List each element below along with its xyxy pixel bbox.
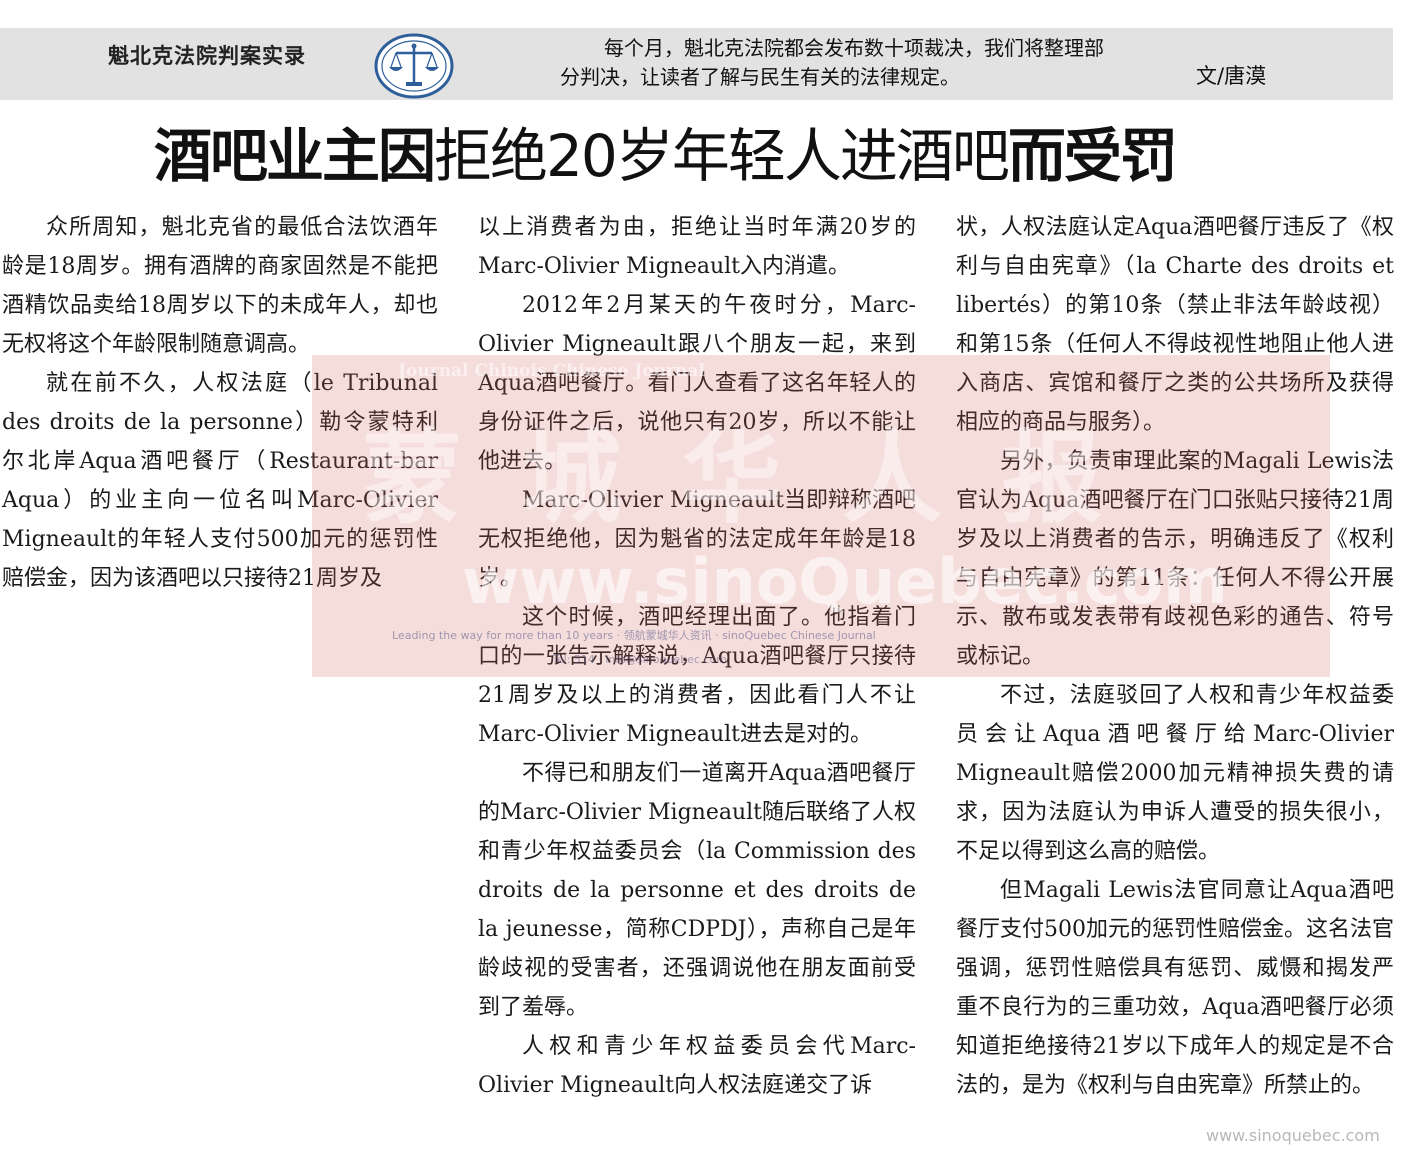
paragraph: 不过，法庭驳回了人权和青少年权益委员会让Aqua酒吧餐厅给Marc-Olivie…	[956, 683, 1394, 864]
article-column-2: 以上消费者为由，拒绝让当时年满20岁的Marc-Olivier Migneaul…	[478, 208, 916, 1105]
headline-part-1: 酒吧业主因	[154, 122, 436, 190]
paragraph: 这个时候，酒吧经理出面了。他指着门口的一张告示解释说，Aqua酒吧餐厅只接待21…	[478, 605, 916, 747]
paragraph: 状，人权法庭认定Aqua酒吧餐厅违反了《权利与自由宪章》（la Charte d…	[956, 215, 1394, 435]
paragraph: 但Magali Lewis法官同意让Aqua酒吧餐厅支付500加元的惩罚性赔偿金…	[956, 878, 1394, 1098]
headline-part-3: 而受罚	[1007, 122, 1178, 190]
intro-line-2: 分判决，让读者了解与民生有关的法律规定。	[560, 65, 960, 89]
paragraph: 2012年2月某天的午夜时分，Marc-Olivier Migneault跟八个…	[478, 293, 916, 474]
paragraph: 不得已和朋友们一道离开Aqua酒吧餐厅的Marc-Olivier Migneau…	[478, 761, 917, 1020]
headline: 酒吧业主因拒绝20岁年轻人进酒吧而受罚	[154, 120, 1178, 192]
paragraph: 以上消费者为由，拒绝让当时年满20岁的Marc-Olivier Migneaul…	[478, 215, 916, 279]
paragraph: 众所周知，魁北克省的最低合法饮酒年龄是18周岁。拥有酒牌的商家固然是不能把酒精饮…	[2, 215, 438, 357]
column-name: 魁北克法院判案实录	[108, 43, 306, 68]
article-column-3: 状，人权法庭认定Aqua酒吧餐厅违反了《权利与自由宪章》（la Charte d…	[956, 208, 1394, 1105]
scales-of-justice-icon	[374, 33, 454, 99]
paragraph: 另外，负责审理此案的Magali Lewis法官认为Aqua酒吧餐厅在门口张贴只…	[956, 449, 1394, 669]
paragraph: 就在前不久，人权法庭（le Tribunal des droits de la …	[2, 371, 438, 591]
headline-part-2: 拒绝20岁年轻人进酒吧	[434, 122, 1010, 190]
footer-url: www.sinoquebec.com	[1206, 1126, 1380, 1145]
paragraph: Marc-Olivier Migneault当即辩称酒吧无权拒绝他，因为魁省的法…	[478, 488, 917, 591]
intro-line-1: 每个月，魁北克法院都会发布数十项裁决，我们将整理部	[604, 36, 1104, 60]
byline: 文/唐漠	[1196, 64, 1267, 88]
intro-text: 每个月，魁北克法院都会发布数十项裁决，我们将整理部 分判决，让读者了解与民生有关…	[560, 34, 1180, 92]
article-column-1: 众所周知，魁北克省的最低合法饮酒年龄是18周岁。拥有酒牌的商家固然是不能把酒精饮…	[2, 208, 438, 598]
paragraph: 人权和青少年权益委员会代Marc-Olivier Migneault向人权法庭递…	[478, 1034, 916, 1098]
